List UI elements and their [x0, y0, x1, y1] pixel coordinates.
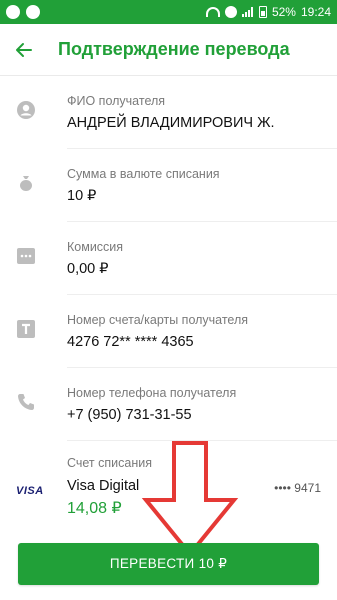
detail-row-commission: Комиссия 0,00 ₽ — [0, 222, 337, 295]
money-bag-icon — [20, 176, 32, 191]
card-number-icon — [17, 320, 35, 338]
detail-value: АНДРЕЙ ВЛАДИМИРОВИЧ Ж. — [67, 115, 275, 131]
detail-label: Сумма в валюте списания — [67, 167, 220, 181]
status-bar: 52% 19:24 — [0, 0, 337, 24]
sim-icon — [224, 6, 237, 18]
account-name: Visa Digital — [67, 478, 140, 494]
detail-value: 10 ₽ — [67, 188, 97, 204]
page-title: Подтверждение перевода — [58, 39, 290, 59]
back-button[interactable] — [4, 30, 44, 70]
debit-account-selector[interactable]: Счет списания VISA Visa Digital •••• 947… — [0, 441, 337, 533]
back-arrow-icon — [16, 42, 32, 57]
transfer-details: ФИО получателя АНДРЕЙ ВЛАДИМИРОВИЧ Ж. Су… — [0, 76, 337, 441]
wifi-icon — [205, 7, 220, 17]
detail-row-recipient-name: ФИО получателя АНДРЕЙ ВЛАДИМИРОВИЧ Ж. — [0, 76, 337, 149]
notification-icon — [6, 5, 20, 19]
detail-value: 4276 72** **** 4365 — [67, 334, 194, 350]
detail-value: +7 (950) 731-31-55 — [67, 407, 192, 423]
commission-icon — [17, 248, 35, 264]
transfer-button[interactable]: ПЕРЕВЕСТИ 10 ₽ — [18, 543, 319, 585]
detail-value: 0,00 ₽ — [67, 261, 109, 277]
app-bar: Подтверждение перевода — [0, 24, 337, 76]
app-notification-icon — [26, 5, 40, 19]
clock: 19:24 — [300, 5, 331, 19]
detail-row-amount: Сумма в валюте списания 10 ₽ — [0, 149, 337, 222]
detail-label: ФИО получателя — [67, 94, 166, 108]
detail-label: Комиссия — [67, 240, 124, 254]
detail-label: Номер счета/карты получателя — [67, 313, 249, 327]
detail-row-phone: Номер телефона получателя +7 (950) 731-3… — [0, 368, 337, 441]
detail-row-card-number: Номер счета/карты получателя 4276 72** *… — [0, 295, 337, 368]
card-mask: •••• 9471 — [274, 481, 321, 495]
battery-level: 52% — [271, 5, 296, 19]
battery-icon — [258, 6, 267, 18]
account-label: Счет списания — [67, 456, 152, 470]
user-icon — [17, 101, 35, 119]
phone-icon — [18, 394, 34, 410]
detail-label: Номер телефона получателя — [67, 386, 237, 400]
visa-logo: VISA — [16, 485, 44, 497]
signal-icon — [241, 7, 254, 17]
account-balance: 14,08 ₽ — [67, 500, 122, 517]
